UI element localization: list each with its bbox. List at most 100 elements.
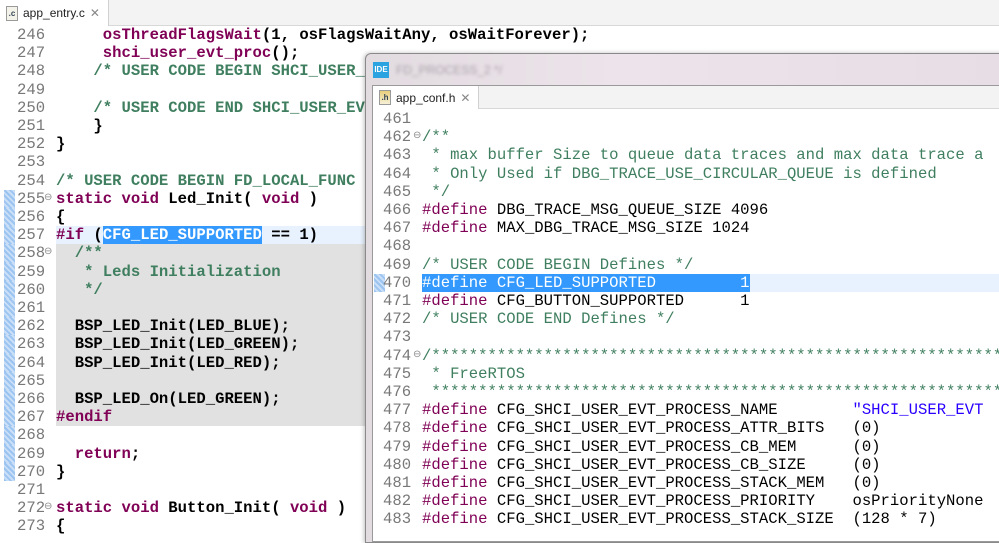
code-text: */ bbox=[56, 281, 103, 299]
fold-toggle-icon[interactable]: ⊖ bbox=[44, 499, 52, 517]
line-number: 261 bbox=[17, 299, 46, 317]
code-token: ( bbox=[84, 226, 103, 245]
code-line: 466 #define DBG_TRACE_MSG_QUEUE_SIZE 4096 bbox=[373, 201, 999, 219]
code-token: #define bbox=[422, 401, 488, 420]
code-token: MAX_DBG_TRACE_MSG_SIZE 1024 bbox=[487, 219, 750, 238]
code-text: static void Button_Init( void ) bbox=[56, 499, 346, 517]
code-token: #define bbox=[422, 510, 488, 529]
code-text: osThreadFlagsWait(1, osFlagsWaitAny, osW… bbox=[56, 26, 590, 44]
line-number: 271 bbox=[17, 481, 46, 499]
code-line: 478 #define CFG_SHCI_USER_EVT_PROCESS_ATT… bbox=[373, 419, 999, 437]
code-token: } bbox=[56, 135, 66, 154]
code-token: BSP_LED_Init(LED_GREEN); bbox=[56, 335, 300, 354]
line-number: 256 bbox=[17, 208, 46, 226]
code-line: 479 #define CFG_SHCI_USER_EVT_PROCESS_CB_… bbox=[373, 438, 999, 456]
code-text: * Leds Initialization bbox=[56, 263, 281, 281]
code-text: #define CFG_SHCI_USER_EVT_PROCESS_ATTR_B… bbox=[422, 419, 881, 437]
line-number: 255 bbox=[17, 189, 46, 208]
code-token: == 1) bbox=[261, 226, 319, 245]
code-text: #define CFG_SHCI_USER_EVT_PROCESS_CB_MEM… bbox=[422, 438, 881, 456]
change-marker bbox=[4, 189, 15, 208]
tab-app-conf-h[interactable]: .h app_conf.h ✕ bbox=[373, 86, 480, 109]
code-text: #define CFG_SHCI_USER_EVT_PROCESS_PRIORI… bbox=[422, 492, 983, 510]
code-token: /* USER CODE BEGIN FD_LOCAL_FUNC bbox=[56, 171, 356, 190]
line-number: 479 bbox=[383, 437, 412, 456]
code-text: #define MAX_DBG_TRACE_MSG_SIZE 1024 bbox=[422, 219, 750, 237]
change-marker bbox=[4, 335, 15, 354]
code-line: 482 #define CFG_SHCI_USER_EVT_PROCESS_PRI… bbox=[373, 492, 999, 510]
code-token: void bbox=[289, 499, 328, 518]
c-file-icon: .c bbox=[6, 5, 18, 21]
tab-label: app_conf.h bbox=[396, 90, 456, 105]
close-icon[interactable]: ✕ bbox=[90, 6, 100, 20]
code-token: */ bbox=[422, 182, 451, 201]
code-token: static void bbox=[56, 499, 169, 518]
popup-code-editor[interactable]: 461 462 ⊖/** 463 * max buffer Size to queue… bbox=[373, 110, 999, 541]
tab-label: app_entry.c bbox=[23, 6, 85, 20]
line-number: 462 bbox=[383, 128, 412, 147]
line-number: 267 bbox=[17, 408, 46, 427]
code-text: #define CFG_BUTTON_SUPPORTED 1 bbox=[422, 292, 750, 310]
popup-editor-window[interactable]: IDE FD_PROCESS_2 */ .h app_conf.h ✕ 461 4… bbox=[365, 53, 999, 543]
code-line: 471 #define CFG_BUTTON_SUPPORTED 1 bbox=[373, 292, 999, 310]
fold-toggle-icon[interactable]: ⊖ bbox=[44, 190, 52, 208]
line-number: 269 bbox=[17, 444, 46, 463]
change-marker bbox=[4, 299, 15, 318]
code-token: #define bbox=[422, 474, 488, 492]
line-number: 480 bbox=[383, 455, 412, 474]
code-token: "SHCI_USER_EVT bbox=[852, 401, 984, 420]
ide-app-icon: IDE bbox=[373, 62, 389, 78]
tab-app-entry-c[interactable]: .c app_entry.c ✕ bbox=[0, 0, 109, 26]
line-number: 475 bbox=[383, 364, 412, 383]
code-token: /* USER CODE BEGIN SHCI_USER_ bbox=[56, 62, 365, 81]
line-number: 263 bbox=[17, 335, 46, 354]
change-marker bbox=[4, 226, 15, 245]
line-number: 248 bbox=[17, 62, 46, 81]
close-icon[interactable]: ✕ bbox=[460, 91, 470, 105]
code-token: */ bbox=[56, 280, 103, 299]
line-number: 467 bbox=[383, 219, 412, 238]
popup-tabbar: .h app_conf.h ✕ bbox=[373, 86, 999, 109]
line-number: 250 bbox=[17, 98, 46, 117]
code-text: #define CFG_SHCI_USER_EVT_PROCESS_STACK_… bbox=[422, 474, 881, 492]
change-marker bbox=[4, 262, 15, 281]
code-token: /** bbox=[56, 244, 103, 263]
line-number: 249 bbox=[17, 80, 46, 99]
code-line: 469 /* USER CODE BEGIN Defines */ bbox=[373, 256, 999, 274]
code-line: 467 #define MAX_DBG_TRACE_MSG_SIZE 1024 bbox=[373, 219, 999, 237]
line-number: 471 bbox=[383, 292, 412, 310]
line-number: 466 bbox=[383, 201, 412, 219]
window-title: FD_PROCESS_2 */ bbox=[396, 63, 503, 77]
change-marker bbox=[4, 317, 15, 336]
left-editor-tabbar: .c app_entry.c ✕ bbox=[0, 0, 999, 26]
change-marker bbox=[4, 390, 15, 409]
code-text: return; bbox=[56, 445, 141, 463]
code-token: BSP_LED_Init(LED_RED); bbox=[56, 353, 281, 372]
code-token: * max buffer Size to queue data traces a… bbox=[422, 146, 984, 165]
fold-toggle-icon[interactable]: ⊖ bbox=[413, 128, 421, 146]
code-text: BSP_LED_Init(LED_GREEN); bbox=[56, 335, 300, 354]
code-text: #define CFG_SHCI_USER_EVT_PROCESS_CB_SIZ… bbox=[422, 456, 881, 474]
code-line: 477 #define CFG_SHCI_USER_EVT_PROCESS_NAM… bbox=[373, 401, 999, 419]
code-text: shci_user_evt_proc(); bbox=[56, 44, 300, 63]
code-text: /** bbox=[56, 244, 103, 262]
code-token: (); bbox=[271, 44, 300, 63]
code-token: Led_Init( bbox=[168, 189, 262, 208]
code-token: osThreadFlagsWait bbox=[102, 26, 262, 44]
code-token: /* USER CODE END SHCI_USER_EV bbox=[56, 98, 365, 117]
code-line: 473 bbox=[373, 328, 999, 346]
selected-text: CFG_LED_SUPPORTED bbox=[102, 226, 262, 245]
code-token: /***************************************… bbox=[422, 346, 999, 365]
line-number: 251 bbox=[17, 117, 46, 135]
code-text: /***************************************… bbox=[422, 347, 999, 365]
change-marker bbox=[4, 408, 15, 427]
fold-toggle-icon[interactable]: ⊖ bbox=[44, 244, 52, 262]
code-line: 463 * max buffer Size to queue data trac… bbox=[373, 146, 999, 164]
line-number: 270 bbox=[17, 462, 46, 481]
fold-toggle-icon[interactable]: ⊖ bbox=[413, 347, 421, 365]
h-file-icon: .h bbox=[379, 90, 391, 105]
code-line: 472 /* USER CODE END Defines */ bbox=[373, 310, 999, 328]
line-number: 264 bbox=[17, 353, 46, 372]
code-token: #define bbox=[422, 437, 488, 456]
code-token: #define bbox=[422, 219, 488, 238]
